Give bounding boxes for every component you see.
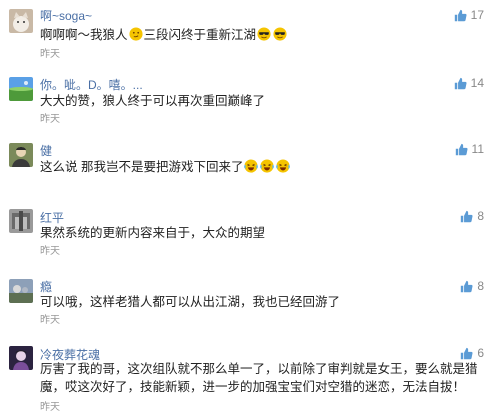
avatar[interactable] xyxy=(9,143,33,167)
tears-of-joy-emoji-icon xyxy=(276,159,290,173)
like-count: 8 xyxy=(477,209,484,223)
like-count: 11 xyxy=(471,142,484,156)
comment-time: 昨天 xyxy=(40,402,60,412)
like-button[interactable]: 17 xyxy=(454,8,484,22)
comment-time: 昨天 xyxy=(40,246,60,257)
comment-time: 昨天 xyxy=(40,49,60,60)
comment-username[interactable]: 健 xyxy=(40,142,52,159)
avatar[interactable] xyxy=(9,209,33,233)
comment-text: 厉害了我的哥，这次组队就不那么单一了，以前除了审判就是女王，要么就是猎魔，哎这次… xyxy=(40,362,478,394)
comment-item: 健 这么说 那我岂不是要把游戏下回来了 11 xyxy=(0,134,500,196)
comment-text-part: 三段闪终于重新江湖 xyxy=(143,28,257,42)
tears-of-joy-emoji-icon xyxy=(260,159,274,173)
sunglasses-emoji-icon xyxy=(257,27,271,41)
like-count: 8 xyxy=(477,279,484,293)
comment-time: 昨天 xyxy=(40,315,60,326)
thumbs-up-icon xyxy=(455,143,468,156)
comment-item: 你。呲。D。嘻。... 大大的赞，狼人终于可以再次重回巅峰了 昨天 14 xyxy=(0,68,500,128)
smirk-emoji-icon xyxy=(129,27,143,41)
comment-text: 这么说 那我岂不是要把游戏下回来了 xyxy=(40,158,291,176)
thumbs-up-icon xyxy=(454,9,467,22)
like-count: 14 xyxy=(470,76,484,90)
avatar[interactable] xyxy=(9,346,33,370)
like-count: 17 xyxy=(470,8,484,22)
like-button[interactable]: 8 xyxy=(460,209,484,223)
sunglasses-emoji-icon xyxy=(273,27,287,41)
comment-item: 啊~soga~ 啊啊啊～我狼人 三段闪终于重新江湖 昨天 17 xyxy=(0,0,500,60)
comment-username[interactable]: 啊~soga~ xyxy=(40,7,92,24)
comment-text: 大大的赞，狼人终于可以再次重回巅峰了 xyxy=(40,94,266,108)
avatar[interactable] xyxy=(9,77,33,101)
comment-time: 昨天 xyxy=(40,114,60,125)
comment-item: 瘾 可以哦，这样老猎人都可以从出江湖，我也已经回游了 昨天 8 xyxy=(0,270,500,334)
tears-of-joy-emoji-icon xyxy=(244,159,258,173)
comment-item: 冷夜葬花魂 厉害了我的哥，这次组队就不那么单一了，以前除了审判就是女王，要么就是… xyxy=(0,338,500,412)
avatar[interactable] xyxy=(9,9,33,33)
thumbs-up-icon xyxy=(460,280,473,293)
avatar[interactable] xyxy=(9,279,33,303)
like-button[interactable]: 14 xyxy=(454,76,484,90)
comment-text-part: 这么说 那我岂不是要把游戏下回来了 xyxy=(40,160,244,174)
comment-text: 啊啊啊～我狼人 三段闪终于重新江湖 xyxy=(40,26,288,44)
thumbs-up-icon xyxy=(460,347,473,360)
like-button[interactable]: 8 xyxy=(460,279,484,293)
like-button[interactable]: 6 xyxy=(460,346,484,360)
comment-item: 红平 果然系统的更新内容来自于，大众的期望 昨天 8 xyxy=(0,200,500,266)
like-button[interactable]: 11 xyxy=(455,142,484,156)
comment-username[interactable]: 你。呲。D。嘻。... xyxy=(40,76,143,93)
thumbs-up-icon xyxy=(460,210,473,223)
comment-text-part: 啊啊啊～我狼人 xyxy=(40,28,128,42)
comment-text: 果然系统的更新内容来自于，大众的期望 xyxy=(40,226,266,240)
comment-text: 可以哦，这样老猎人都可以从出江湖，我也已经回游了 xyxy=(40,295,341,309)
like-count: 6 xyxy=(477,346,484,360)
thumbs-up-icon xyxy=(454,77,467,90)
